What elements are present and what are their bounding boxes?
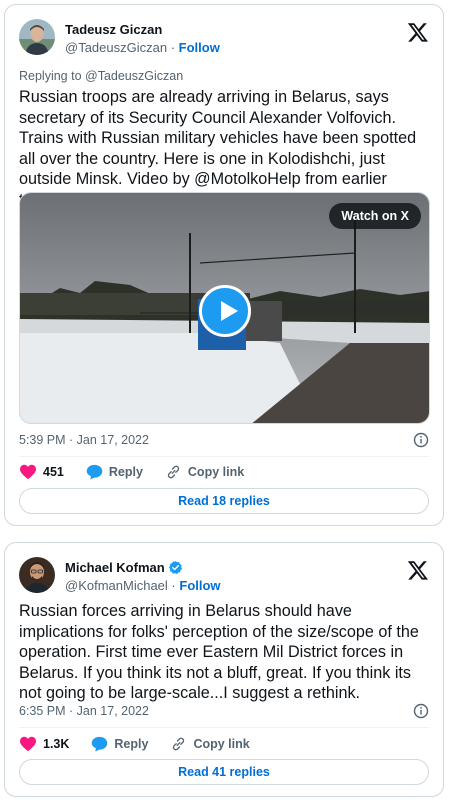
reply-button[interactable]: Reply (86, 464, 143, 480)
follow-button[interactable]: Follow (179, 578, 220, 593)
info-icon[interactable] (413, 703, 429, 719)
tweet-timestamp[interactable]: 6:35 PM · Jan 17, 2022 (19, 704, 149, 718)
x-logo-icon[interactable] (407, 21, 429, 43)
like-button[interactable]: 1.3K (19, 736, 69, 752)
video-player[interactable]: Watch on X (19, 192, 430, 424)
copy-link-button[interactable]: Copy link (165, 464, 244, 480)
tweet-actions: 451 Reply Copy link (19, 460, 429, 484)
tweet-actions: 1.3K Reply Copy link (19, 732, 429, 756)
author-handle[interactable]: @KofmanMichael (65, 578, 168, 593)
read-replies-button[interactable]: Read 18 replies (19, 488, 429, 514)
copy-link-button[interactable]: Copy link (170, 736, 250, 752)
verified-badge-icon (168, 560, 182, 575)
author-handle-row: @KofmanMichael · Follow (65, 578, 221, 593)
tweet-card-kofman: Michael Kofman @KofmanMichael · Follow R… (4, 542, 444, 797)
author-handle-row: @TadeuszGiczan · Follow (65, 40, 220, 55)
author-name-row: Tadeusz Giczan (65, 22, 162, 37)
like-count: 1.3K (43, 737, 70, 751)
reply-button[interactable]: Reply (91, 736, 148, 752)
author-name[interactable]: Tadeusz Giczan (65, 22, 162, 37)
tweet-header: Tadeusz Giczan @TadeuszGiczan · Follow (19, 19, 429, 59)
author-handle[interactable]: @TadeuszGiczan (65, 40, 167, 55)
divider (19, 727, 429, 728)
reply-bubble-icon (92, 736, 108, 752)
link-icon (173, 737, 185, 751)
like-count: 451 (43, 465, 64, 479)
watch-on-x-button[interactable]: Watch on X (329, 203, 421, 229)
replying-to[interactable]: Replying to @TadeuszGiczan (19, 69, 183, 83)
reply-label: Reply (114, 737, 149, 751)
copy-link-label: Copy link (187, 465, 245, 479)
tweet-text: Russian forces arriving in Belarus shoul… (19, 602, 419, 702)
follow-button[interactable]: Follow (179, 40, 220, 55)
reply-bubble-icon (86, 464, 103, 480)
info-icon[interactable] (413, 432, 429, 448)
heart-icon (20, 464, 36, 480)
author-name-row: Michael Kofman (65, 560, 183, 575)
avatar[interactable] (19, 557, 55, 593)
separator-dot: · (170, 40, 176, 55)
x-logo-icon[interactable] (407, 559, 429, 581)
like-button[interactable]: 451 (19, 464, 64, 480)
read-replies-button[interactable]: Read 41 replies (19, 759, 429, 785)
tweet-timestamp[interactable]: 5:39 PM · Jan 17, 2022 (19, 433, 149, 447)
tweet-card-giczan: Tadeusz Giczan @TadeuszGiczan · Follow R… (4, 4, 444, 526)
heart-icon (20, 736, 36, 752)
play-icon[interactable] (199, 285, 251, 337)
link-icon (167, 465, 180, 479)
separator-dot: · (171, 578, 176, 593)
divider (19, 456, 429, 457)
tweet-header: Michael Kofman @KofmanMichael · Follow (19, 557, 429, 597)
author-name[interactable]: Michael Kofman (65, 560, 165, 575)
reply-label: Reply (108, 465, 143, 479)
avatar[interactable] (19, 19, 55, 55)
copy-link-label: Copy link (193, 737, 250, 751)
